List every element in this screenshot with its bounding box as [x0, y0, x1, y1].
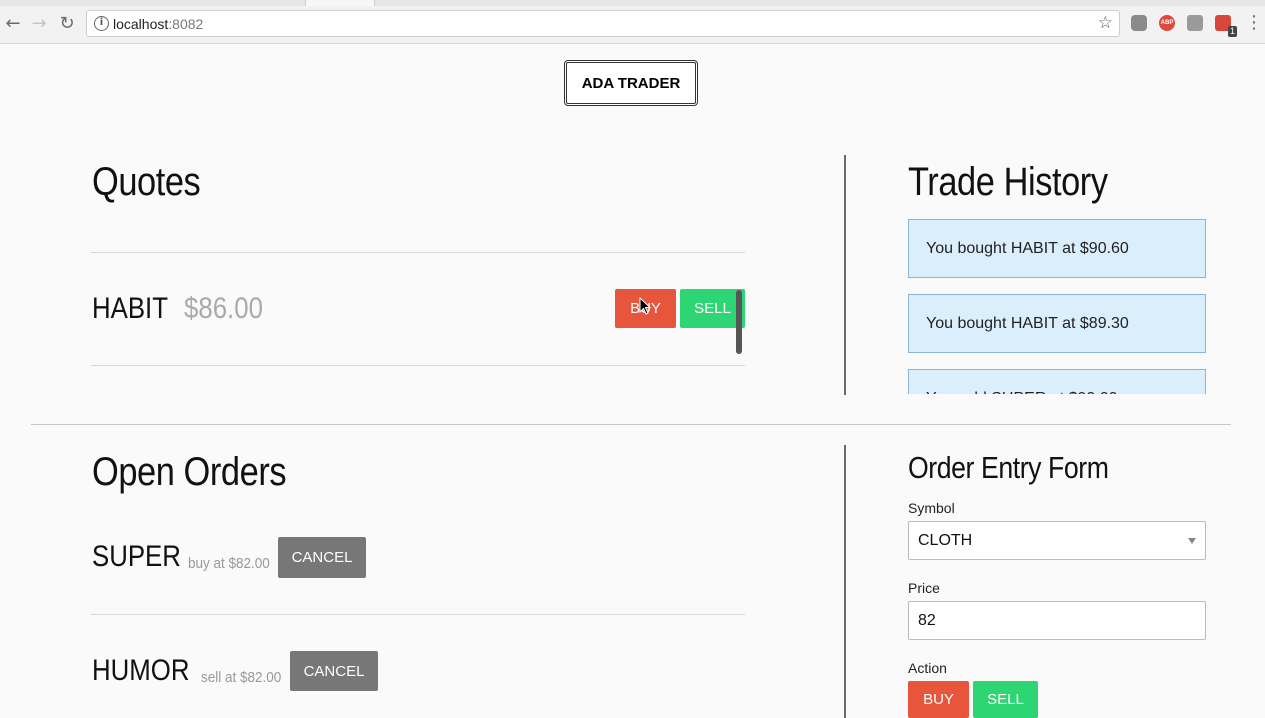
cancel-order-button[interactable]: CANCEL	[290, 651, 378, 691]
trade-history-heading: Trade History	[908, 160, 1108, 204]
browser-toolbar: ← → ↻ i localhost:8082 ☆ ABP 1 ⋮	[0, 0, 1265, 44]
app-title-button[interactable]: ADA TRADER	[564, 60, 698, 106]
form-buy-button[interactable]: BUY	[908, 681, 969, 718]
trade-history-list[interactable]: You bought HABIT at $90.60 You bought HA…	[907, 218, 1207, 394]
trade-history-item: You bought HABIT at $90.60	[908, 219, 1206, 278]
action-label: Action	[908, 660, 947, 676]
extension-todo-icon[interactable]: 1	[1215, 15, 1237, 37]
tab-strip	[0, 0, 1265, 6]
reload-icon[interactable]: ↻	[56, 12, 78, 34]
address-bar[interactable]: i localhost:8082 ☆	[86, 10, 1120, 37]
orders-divider	[91, 614, 745, 615]
order-detail: buy at $82.00	[188, 555, 270, 572]
mouse-cursor-icon	[639, 297, 652, 315]
order-detail: sell at $82.00	[201, 669, 282, 686]
symbol-select[interactable]: CLOTH	[908, 521, 1206, 560]
cancel-order-button[interactable]: CANCEL	[278, 537, 366, 578]
order-symbol: HUMOR	[92, 654, 190, 687]
trade-history-item: You bought HABIT at $89.30	[908, 294, 1206, 353]
active-tab[interactable]	[305, 0, 375, 6]
url-text[interactable]: localhost:8082	[113, 16, 203, 32]
form-sell-button[interactable]: SELL	[973, 681, 1038, 718]
quotes-heading: Quotes	[92, 160, 201, 204]
url-host: localhost	[113, 16, 169, 32]
quotes-scrollbar[interactable]	[736, 290, 742, 354]
section-divider	[31, 424, 1231, 425]
top-column-divider	[844, 155, 846, 395]
browser-menu-icon[interactable]: ⋮	[1245, 12, 1263, 33]
url-port: :8082	[168, 16, 204, 32]
site-info-icon[interactable]: i	[94, 16, 109, 31]
open-orders-heading: Open Orders	[92, 450, 287, 494]
order-entry-heading: Order Entry Form	[908, 450, 1109, 485]
symbol-select-value: CLOTH	[918, 531, 973, 549]
quotes-divider-top	[91, 252, 745, 253]
symbol-label: Symbol	[908, 500, 955, 516]
quote-price: $86.00	[184, 292, 263, 325]
extension-badge: 1	[1227, 26, 1237, 37]
price-input[interactable]: 82	[908, 601, 1206, 640]
order-symbol: SUPER	[92, 540, 181, 573]
adblock-icon[interactable]: ABP	[1159, 15, 1175, 31]
quote-symbol: HABIT	[92, 292, 168, 325]
extension-puzzle-icon[interactable]	[1187, 15, 1203, 31]
chevron-down-icon	[1188, 538, 1196, 544]
bookmark-star-icon[interactable]: ☆	[1098, 13, 1113, 33]
price-label: Price	[908, 580, 940, 596]
quotes-divider-bottom	[91, 365, 745, 366]
trade-history-item: You sold SUPER at $90.00	[908, 369, 1206, 394]
extension-shield-icon[interactable]	[1131, 15, 1147, 31]
back-icon[interactable]: ←	[2, 12, 24, 34]
forward-icon[interactable]: →	[28, 12, 50, 34]
price-input-value: 82	[918, 611, 936, 629]
bottom-column-divider	[844, 445, 846, 718]
